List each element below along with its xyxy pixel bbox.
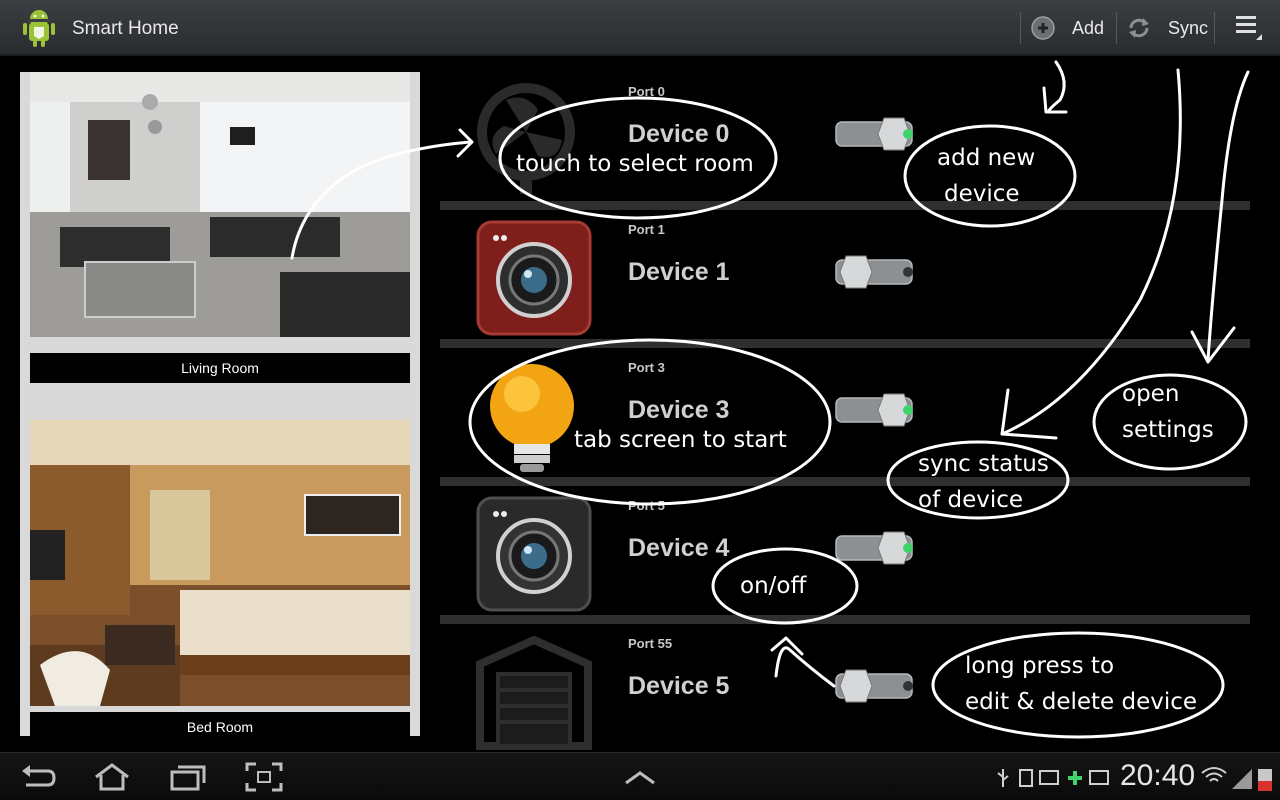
add-label: Add — [1072, 17, 1105, 38]
toggle-switch-on[interactable] — [834, 530, 916, 566]
camera-red-icon — [476, 220, 592, 336]
device-name: Device 4 — [628, 534, 730, 562]
add-button[interactable]: Add — [1030, 8, 1104, 48]
sd-card-icon — [1019, 769, 1033, 787]
annotation-text: device — [944, 181, 1020, 207]
row-separator — [440, 615, 1250, 624]
device-name: Device 3 — [628, 396, 730, 424]
port-label: Port 0 — [628, 84, 665, 99]
recent-apps-icon[interactable] — [168, 761, 208, 793]
annotation-text: long press to — [965, 653, 1115, 679]
usb-icon — [997, 769, 1009, 787]
action-separator — [1116, 12, 1117, 44]
row-separator — [440, 201, 1250, 210]
add-circle-icon — [1031, 16, 1055, 40]
annotation-text: open — [1122, 381, 1180, 407]
rooms-panel: Living Room Bed Room — [20, 72, 420, 736]
screenshot-icon[interactable] — [244, 761, 284, 793]
annotation-text: settings — [1122, 417, 1214, 443]
device-row[interactable]: Port 0 Device 0 — [440, 72, 1250, 210]
action-bar: Smart Home Add Sync — [0, 0, 1280, 56]
row-separator — [440, 477, 1250, 486]
device-row[interactable]: Port 1 Device 1 — [440, 210, 1250, 348]
status-right-icons — [1201, 767, 1272, 791]
toggle-switch-on[interactable] — [834, 116, 916, 152]
back-icon[interactable] — [18, 761, 58, 793]
annotation-text: edit & delete device — [965, 689, 1198, 715]
signal-icon — [1232, 769, 1252, 789]
port-label: Port 3 — [628, 360, 665, 375]
room-label: Living Room — [30, 353, 410, 383]
annotation-text: of device — [918, 487, 1024, 513]
annotation-text: tab screen to start — [574, 427, 787, 453]
android-logo-icon[interactable] — [22, 9, 56, 49]
row-separator — [440, 339, 1250, 348]
toggle-switch-off[interactable] — [834, 668, 916, 704]
system-nav-bar: 20:40 — [0, 752, 1280, 800]
device-name: Device 0 — [628, 120, 730, 148]
action-separator — [1020, 12, 1021, 44]
annotation-text: touch to select room — [516, 151, 754, 177]
status-clock: 20:40 — [1120, 759, 1196, 792]
camera-dark-icon — [476, 496, 592, 612]
device-row[interactable]: Port 5 Device 4 — [440, 486, 1250, 624]
action-separator — [1214, 12, 1215, 44]
garage-door-icon — [476, 635, 592, 750]
annotation-text: on/off — [740, 573, 807, 599]
sync-label: Sync — [1168, 17, 1209, 38]
toggle-switch-on[interactable] — [834, 392, 916, 428]
port-label: Port 55 — [628, 636, 673, 651]
up-arrow-icon[interactable] — [620, 761, 660, 793]
device-name: Device 1 — [628, 258, 730, 286]
bed-room-photo — [30, 420, 410, 706]
annotation-text: sync status — [918, 451, 1049, 477]
sync-button[interactable]: Sync — [1126, 8, 1208, 48]
add-icon — [1068, 771, 1082, 785]
mail-icon — [1039, 770, 1059, 785]
overflow-menu-icon[interactable] — [1232, 12, 1264, 44]
email-icon — [1089, 770, 1109, 785]
status-icons — [997, 769, 1109, 787]
port-label: Port 5 — [628, 498, 665, 513]
annotation-text: add new — [937, 145, 1036, 171]
sync-icon — [1129, 18, 1149, 38]
device-name: Device 5 — [628, 672, 730, 700]
app-title: Smart Home — [72, 18, 179, 39]
wifi-icon — [1201, 767, 1227, 782]
room-label: Bed Room — [30, 712, 410, 736]
toggle-switch-off[interactable] — [834, 254, 916, 290]
living-room-photo — [30, 72, 410, 337]
home-icon[interactable] — [92, 761, 132, 793]
port-label: Port 1 — [628, 222, 665, 237]
